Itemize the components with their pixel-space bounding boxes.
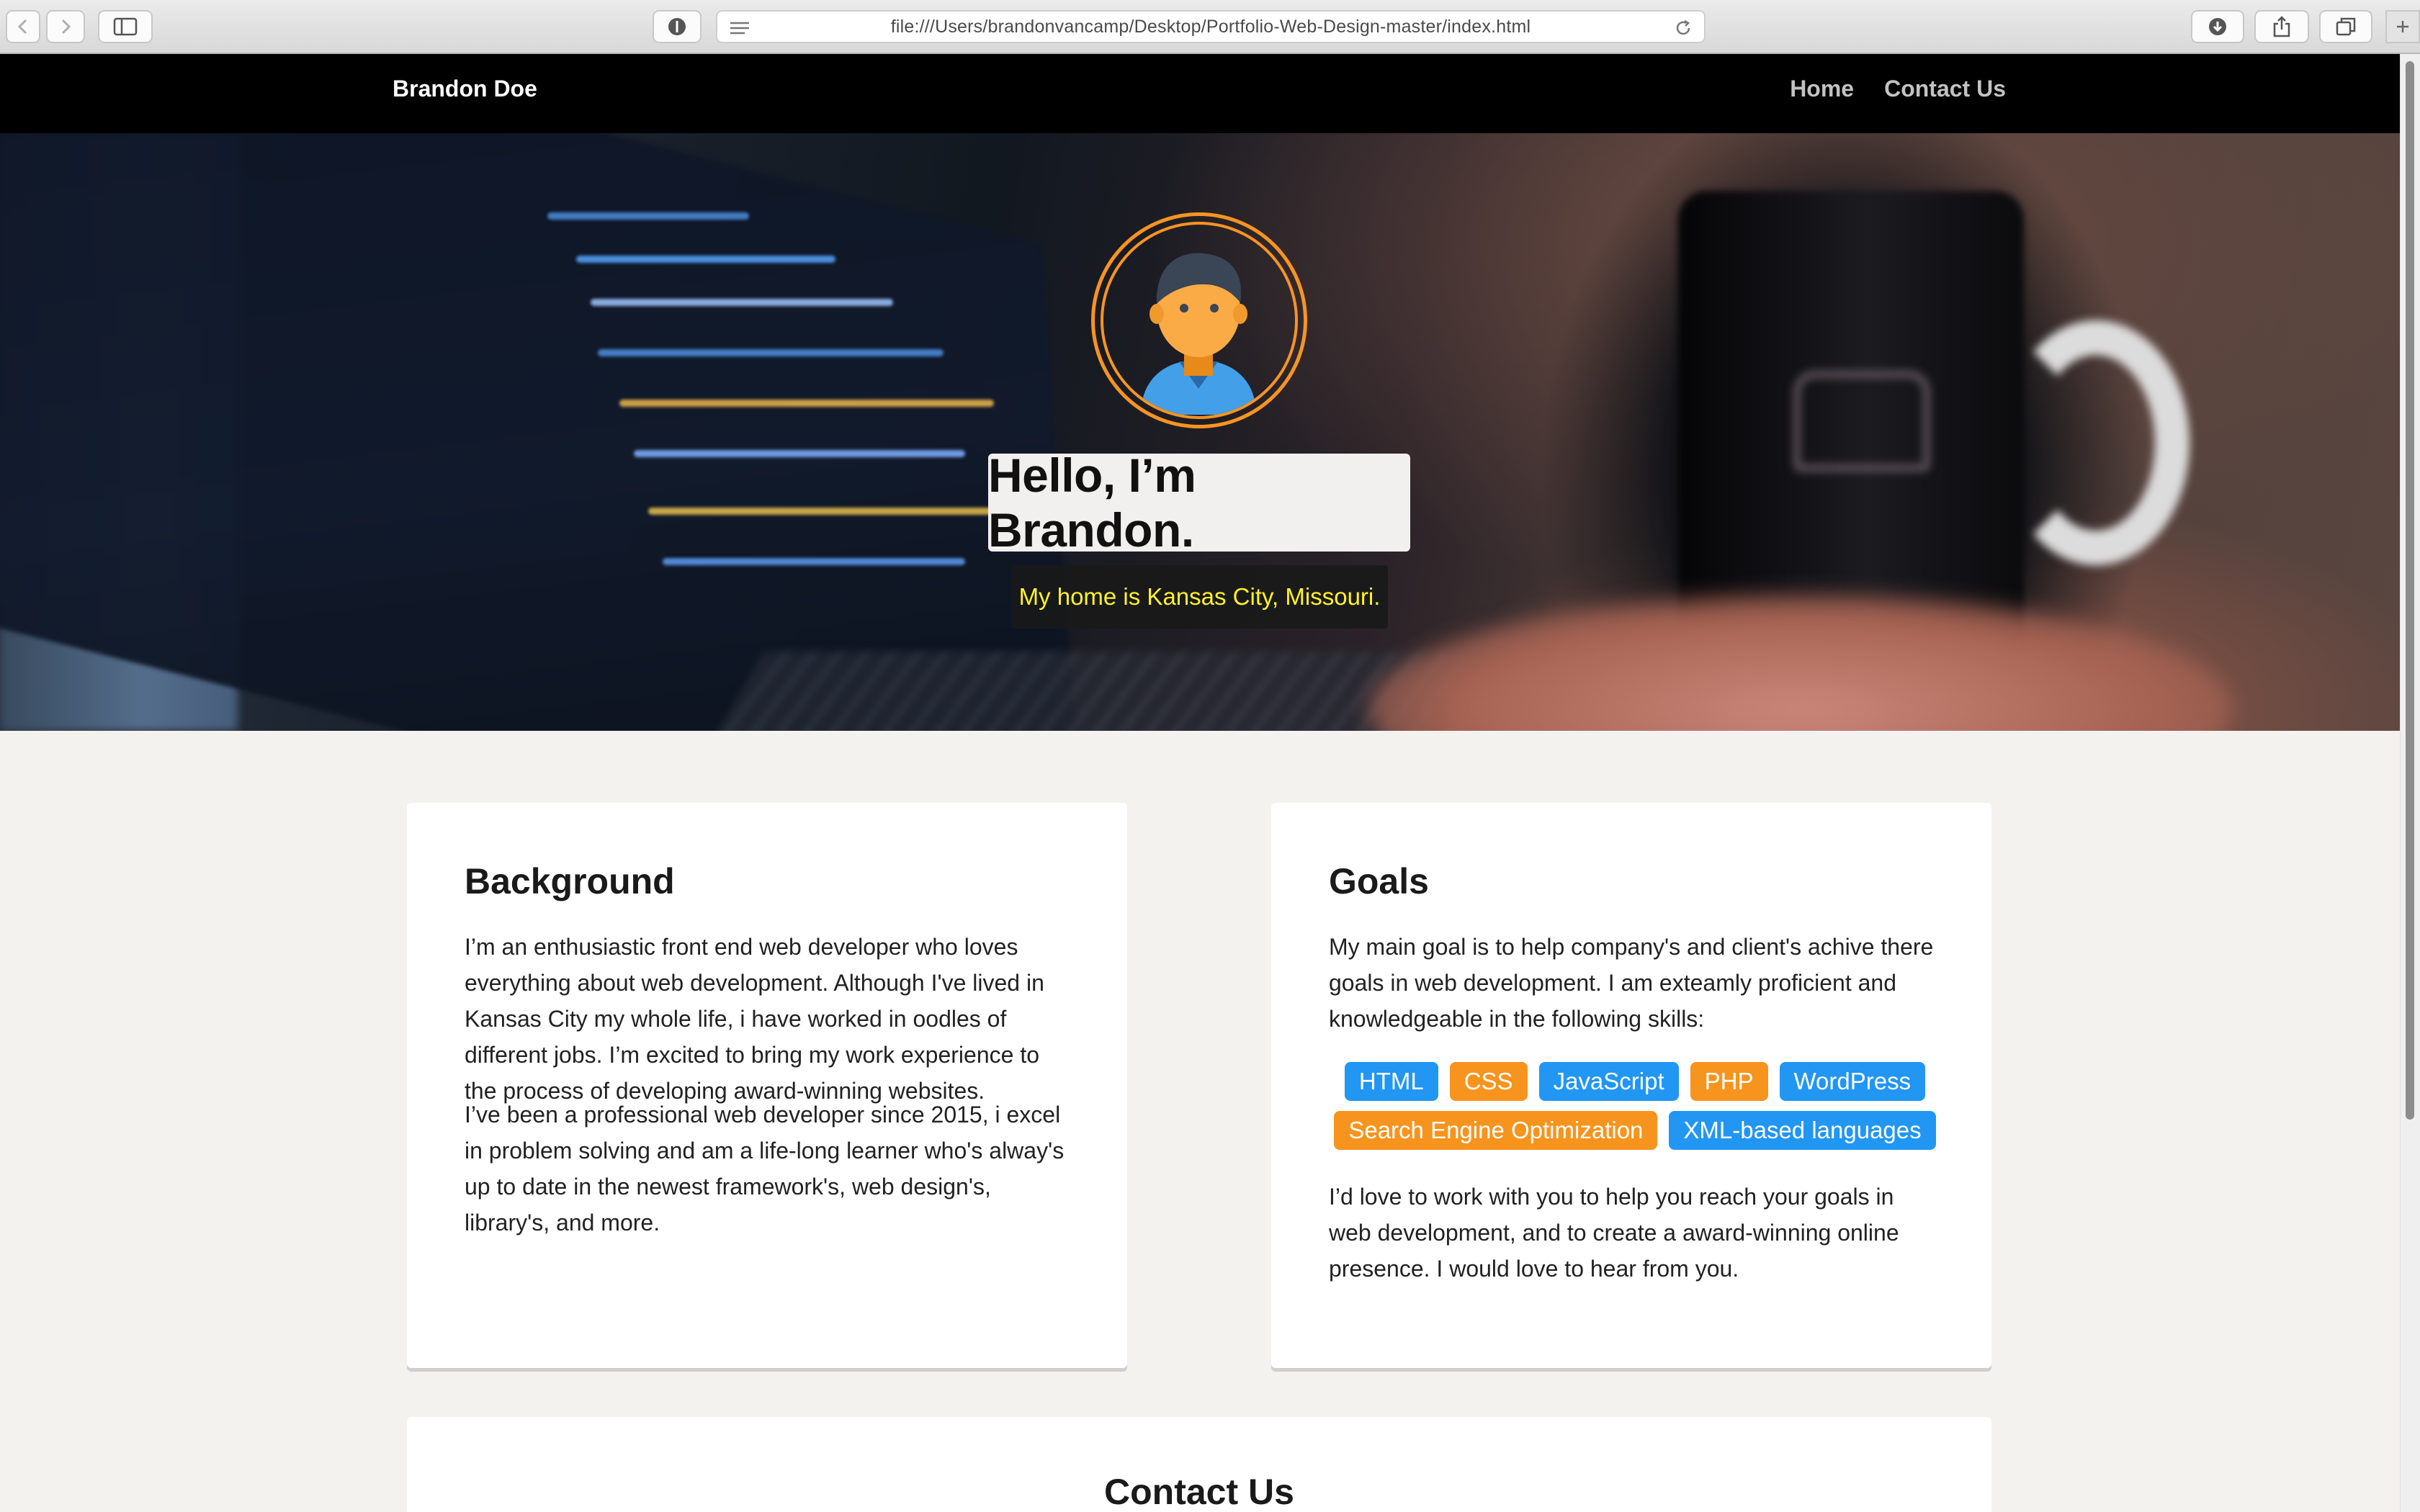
forward-button[interactable] — [46, 10, 85, 43]
back-button[interactable] — [6, 10, 40, 43]
plus-icon — [2397, 21, 2408, 32]
hero-bg-code — [576, 256, 835, 263]
hero-bg-code — [598, 349, 944, 356]
hero-bg-code — [547, 212, 749, 220]
user-avatar-icon — [1141, 253, 1256, 415]
background-paragraph-1: I’m an enthusiastic front end web develo… — [465, 934, 1044, 1104]
hero-title: Hello, I’m Brandon. — [988, 449, 1196, 557]
address-bar[interactable]: file:///Users/brandonvancamp/Desktop/Por… — [716, 10, 1706, 43]
hero-bg-code — [648, 508, 1008, 515]
skills-list: HTML CSS JavaScript PHP WordPress Search… — [1329, 1062, 1941, 1150]
browser-toolbar: file:///Users/brandonvancamp/Desktop/Por… — [0, 0, 2420, 54]
hero-bg-code — [634, 450, 965, 457]
background-paragraph-2: I’ve been a professional web developer s… — [465, 1102, 1065, 1236]
new-tab-button[interactable] — [2385, 10, 2420, 43]
contact-heading: Contact Us — [1104, 1472, 1294, 1512]
shield-icon — [668, 18, 686, 35]
background-heading: Background — [465, 861, 675, 901]
hero-bg-code — [591, 299, 893, 306]
background-card: Background I’m an enthusiastic front end… — [407, 803, 1127, 1368]
goals-heading: Goals — [1329, 861, 1429, 901]
skill-badge-xml: XML-based languages — [1669, 1111, 1936, 1150]
skill-badge-seo: Search Engine Optimization — [1334, 1111, 1658, 1150]
privacy-report-button[interactable] — [653, 10, 702, 43]
site-navbar: Brandon Doe Home Contact Us — [0, 54, 2400, 133]
hero-bg-code — [619, 400, 994, 407]
hero-bg-keyboard — [705, 652, 1470, 731]
nav-contact-link[interactable]: Contact Us — [1884, 76, 2006, 102]
chevron-right-icon — [61, 19, 71, 35]
downloads-button[interactable] — [2191, 10, 2244, 43]
nav-home-link[interactable]: Home — [1790, 76, 1854, 102]
hero-bg-mug-crown — [1793, 371, 1930, 472]
skill-badge-css: CSS — [1449, 1062, 1528, 1101]
sidebar-icon — [113, 17, 138, 36]
avatar-image — [1101, 222, 1298, 419]
chevron-left-icon — [17, 19, 27, 35]
skill-badge-php: PHP — [1690, 1062, 1768, 1101]
scrollbar-thumb[interactable] — [2406, 61, 2414, 1120]
skill-badge-javascript: JavaScript — [1538, 1062, 1679, 1101]
download-icon — [2209, 18, 2226, 35]
skill-badge-html: HTML — [1344, 1062, 1438, 1101]
reader-icon[interactable] — [729, 20, 750, 36]
contact-card: Contact Us — [407, 1417, 1991, 1512]
hero-subtitle: My home is Kansas City, Missouri. — [1018, 583, 1381, 610]
hero-subtitle-box: My home is Kansas City, Missouri. — [1011, 565, 1388, 629]
url-text[interactable]: file:///Users/brandonvancamp/Desktop/Por… — [717, 17, 1704, 37]
nav-links: Home Contact Us — [1790, 76, 2006, 102]
goals-paragraph-2: I’d love to work with you to help you re… — [1329, 1184, 1899, 1282]
reload-icon[interactable] — [1674, 19, 1693, 37]
hero-bg-hand — [1368, 594, 2233, 731]
hero-bg-laptop-screen — [0, 133, 1088, 731]
avatar — [1091, 212, 1307, 428]
tabs-icon — [2336, 17, 2356, 36]
goals-card: Goals My main goal is to help company's … — [1271, 803, 1991, 1368]
share-button[interactable] — [2254, 10, 2309, 43]
goals-paragraph-1: My main goal is to help company's and cl… — [1329, 934, 1934, 1032]
hero-bg-mug-handle — [2002, 320, 2190, 565]
skill-badge-wordpress: WordPress — [1779, 1062, 1926, 1101]
tabs-overview-button[interactable] — [2319, 10, 2372, 43]
sidebar-toggle-button[interactable] — [98, 10, 153, 43]
brand-logo[interactable]: Brandon Doe — [393, 76, 537, 102]
hero-title-box: Hello, I’m Brandon. — [988, 449, 1410, 557]
share-icon — [2273, 16, 2290, 37]
hero-bg-code — [663, 558, 965, 565]
